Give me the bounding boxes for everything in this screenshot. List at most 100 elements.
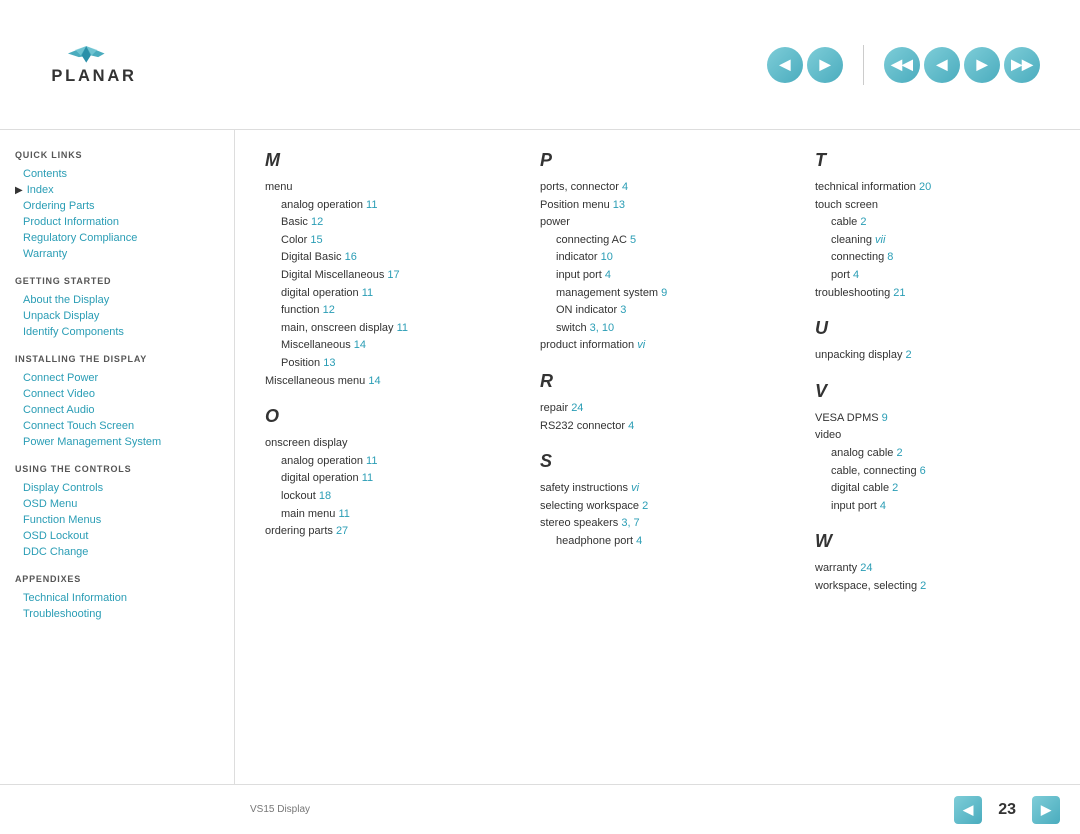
sidebar-link-connect-audio[interactable]: Connect Audio [15, 402, 219, 418]
entry-headphone-port: headphone port 4 [540, 533, 775, 551]
nav-prev2-button[interactable]: ◀ [924, 47, 960, 83]
link-basic[interactable]: 12 [311, 216, 323, 228]
link-misc-menu[interactable]: 14 [368, 375, 380, 387]
link-stereo-speakers[interactable]: 3, 7 [621, 517, 639, 529]
link-unpacking[interactable]: 2 [906, 349, 912, 361]
page-next-button[interactable]: ▶ [1032, 796, 1060, 824]
link-analog-op[interactable]: 11 [366, 199, 377, 211]
link-mgmt-system[interactable]: 9 [661, 287, 667, 299]
controls-title: USING THE CONTROLS [15, 464, 219, 474]
sidebar-link-index[interactable]: ▶ Index [15, 182, 219, 198]
sidebar-link-connect-video[interactable]: Connect Video [15, 386, 219, 402]
nav-next-button[interactable]: ▶ [807, 47, 843, 83]
sidebar-link-warranty[interactable]: Warranty [15, 246, 219, 262]
letter-o: O [265, 406, 500, 427]
sidebar-link-connect-touch[interactable]: Connect Touch Screen [15, 418, 219, 434]
link-video-input-port[interactable]: 4 [880, 500, 886, 512]
sidebar-link-display-controls[interactable]: Display Controls [15, 480, 219, 496]
entry-ts-cable: cable 2 [815, 214, 1050, 232]
link-connecting-ac[interactable]: 5 [630, 234, 636, 246]
link-position[interactable]: 13 [323, 357, 335, 369]
entry-selecting-workspace: selecting workspace 2 [540, 498, 775, 516]
nav-prev-button[interactable]: ◀ [767, 47, 803, 83]
installing-title: INSTALLING THE DISPLAY [15, 354, 219, 364]
sidebar-link-contents[interactable]: Contents [15, 166, 219, 182]
link-digital-basic[interactable]: 16 [345, 251, 357, 263]
link-repair[interactable]: 24 [571, 402, 583, 414]
link-position-menu[interactable]: 13 [613, 199, 625, 211]
link-digital-cable[interactable]: 2 [892, 482, 898, 494]
entry-stereo-speakers: stereo speakers 3, 7 [540, 515, 775, 533]
link-rs232[interactable]: 4 [628, 420, 634, 432]
link-function[interactable]: 12 [323, 304, 335, 316]
link-input-port[interactable]: 4 [605, 269, 611, 281]
link-selecting-workspace[interactable]: 2 [642, 500, 648, 512]
nav-last-button[interactable]: ▶▶ [1004, 47, 1040, 83]
link-ports-connector[interactable]: 4 [622, 181, 628, 193]
sidebar-link-technical-info[interactable]: Technical Information [15, 590, 219, 606]
sidebar-link-about-display[interactable]: About the Display [15, 292, 219, 308]
nav-first-button[interactable]: ◀◀ [884, 47, 920, 83]
link-ts-connecting[interactable]: 8 [887, 251, 893, 263]
sidebar-link-regulatory[interactable]: Regulatory Compliance [15, 230, 219, 246]
sidebar: QUICK LINKS Contents ▶ Index Ordering Pa… [0, 130, 235, 784]
entry-product-info: product information vi [540, 337, 775, 355]
entry-ts-cleaning: cleaning vii [815, 232, 1050, 250]
link-safety[interactable]: vi [631, 482, 639, 494]
letter-p: P [540, 150, 775, 171]
entry-troubleshooting: troubleshooting 21 [815, 285, 1050, 303]
link-digital-misc[interactable]: 17 [387, 269, 399, 281]
sidebar-link-unpack[interactable]: Unpack Display [15, 308, 219, 324]
link-product-info[interactable]: vi [637, 339, 645, 351]
link-osd-analog[interactable]: 11 [366, 455, 377, 467]
sidebar-link-troubleshooting[interactable]: Troubleshooting [15, 606, 219, 622]
entry-digital-basic: Digital Basic 16 [265, 249, 500, 267]
sidebar-link-ddc-change[interactable]: DDC Change [15, 544, 219, 560]
letter-t: T [815, 150, 1050, 171]
entry-technical-info: technical information 20 [815, 179, 1050, 197]
sidebar-link-connect-power[interactable]: Connect Power [15, 370, 219, 386]
link-main-onscreen[interactable]: 11 [397, 322, 408, 334]
sidebar-link-osd-menu[interactable]: OSD Menu [15, 496, 219, 512]
link-switch[interactable]: 3, 10 [590, 322, 614, 334]
entry-ordering-parts: ordering parts 27 [265, 523, 500, 541]
link-on-indicator[interactable]: 3 [620, 304, 626, 316]
sidebar-link-ordering-parts[interactable]: Ordering Parts [15, 198, 219, 214]
link-analog-cable[interactable]: 2 [896, 447, 902, 459]
link-ts-cable[interactable]: 2 [860, 216, 866, 228]
link-ts-port[interactable]: 4 [853, 269, 859, 281]
link-ordering-parts[interactable]: 27 [336, 525, 348, 537]
link-cable-connecting[interactable]: 6 [920, 465, 926, 477]
link-warranty[interactable]: 24 [860, 562, 872, 574]
link-troubleshooting[interactable]: 21 [893, 287, 905, 299]
entry-video: video [815, 427, 1050, 445]
page-prev-button[interactable]: ◀ [954, 796, 982, 824]
entry-ts-port: port 4 [815, 267, 1050, 285]
link-osd-lockout[interactable]: 18 [319, 490, 331, 502]
entry-basic: Basic 12 [265, 214, 500, 232]
link-technical-info[interactable]: 20 [919, 181, 931, 193]
link-color[interactable]: 15 [310, 234, 322, 246]
active-arrow-icon: ▶ [15, 185, 23, 196]
entry-misc-menu: Miscellaneous menu 14 [265, 373, 500, 391]
link-miscellaneous[interactable]: 14 [354, 339, 366, 351]
link-vesa[interactable]: 9 [882, 412, 888, 424]
sidebar-link-function-menus[interactable]: Function Menus [15, 512, 219, 528]
entry-osd-digital: digital operation 11 [265, 470, 500, 488]
entry-mgmt-system: management system 9 [540, 285, 775, 303]
link-ts-cleaning[interactable]: vii [875, 234, 885, 246]
link-headphone-port[interactable]: 4 [636, 535, 642, 547]
link-workspace[interactable]: 2 [920, 580, 926, 592]
link-osd-main-menu[interactable]: 11 [338, 508, 349, 520]
link-indicator[interactable]: 10 [601, 251, 613, 263]
sidebar-link-identify[interactable]: Identify Components [15, 324, 219, 340]
sidebar-link-product-info[interactable]: Product Information [15, 214, 219, 230]
link-osd-digital[interactable]: 11 [362, 472, 373, 484]
nav-next2-button[interactable]: ▶ [964, 47, 1000, 83]
top-nav: PLANAR ◀ ▶ ◀◀ ◀ ▶ ▶▶ [0, 0, 1080, 130]
sidebar-link-power-mgmt[interactable]: Power Management System [15, 434, 219, 450]
sidebar-link-osd-lockout[interactable]: OSD Lockout [15, 528, 219, 544]
entry-osd-lockout: lockout 18 [265, 488, 500, 506]
link-digital-op[interactable]: 11 [362, 287, 373, 299]
entry-digital-misc: Digital Miscellaneous 17 [265, 267, 500, 285]
